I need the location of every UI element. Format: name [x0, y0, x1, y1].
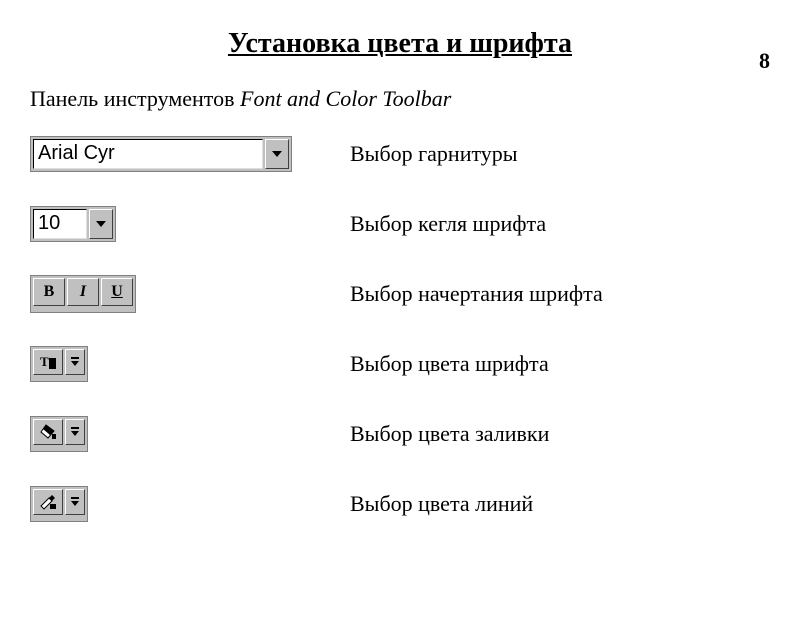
fill-color-desc: Выбор цвета заливки	[350, 421, 549, 447]
underline-button[interactable]: U	[101, 278, 133, 306]
subtitle-toolbar-name: Font and Color Toolbar	[240, 86, 451, 111]
text-color-dropdown-arrow[interactable]	[65, 349, 85, 375]
font-family-dropdown[interactable]: Arial Cyr	[30, 136, 292, 172]
row-fill-color: Выбор цвета заливки	[30, 414, 800, 454]
dropdown-arrow-icon[interactable]	[89, 209, 113, 239]
row-font: Arial Cyr Выбор гарнитуры	[30, 134, 800, 174]
font-size-dropdown[interactable]: 10	[30, 206, 116, 242]
page-title: Установка цвета и шрифта	[0, 28, 800, 60]
svg-text:T: T	[40, 354, 49, 369]
text-color-button[interactable]: T	[30, 346, 88, 382]
row-size: 10 Выбор кегля шрифта	[30, 204, 800, 244]
font-family-desc: Выбор гарнитуры	[350, 141, 518, 167]
dropdown-arrow-icon[interactable]	[265, 139, 289, 169]
font-style-group: B I U	[30, 275, 136, 313]
font-style-desc: Выбор начертания шрифта	[350, 281, 603, 307]
page-number: 8	[759, 48, 770, 74]
bold-button[interactable]: B	[33, 278, 65, 306]
fill-color-icon[interactable]	[33, 419, 63, 445]
fill-color-button[interactable]	[30, 416, 88, 452]
line-color-desc: Выбор цвета линий	[350, 491, 533, 517]
row-line-color: Выбор цвета линий	[30, 484, 800, 524]
line-color-button[interactable]	[30, 486, 88, 522]
text-color-icon[interactable]: T	[33, 349, 63, 375]
row-style: B I U Выбор начертания шрифта	[30, 274, 800, 314]
font-size-desc: Выбор кегля шрифта	[350, 211, 546, 237]
subtitle-prefix: Панель инструментов	[30, 86, 240, 111]
subtitle: Панель инструментов Font and Color Toolb…	[30, 86, 800, 112]
fill-color-dropdown-arrow[interactable]	[65, 419, 85, 445]
line-color-dropdown-arrow[interactable]	[65, 489, 85, 515]
text-color-desc: Выбор цвета шрифта	[350, 351, 549, 377]
font-size-value: 10	[33, 209, 87, 239]
font-family-value: Arial Cyr	[33, 139, 263, 169]
row-text-color: T Выбор цвета шрифта	[30, 344, 800, 384]
line-color-icon[interactable]	[33, 489, 63, 515]
italic-button[interactable]: I	[67, 278, 99, 306]
